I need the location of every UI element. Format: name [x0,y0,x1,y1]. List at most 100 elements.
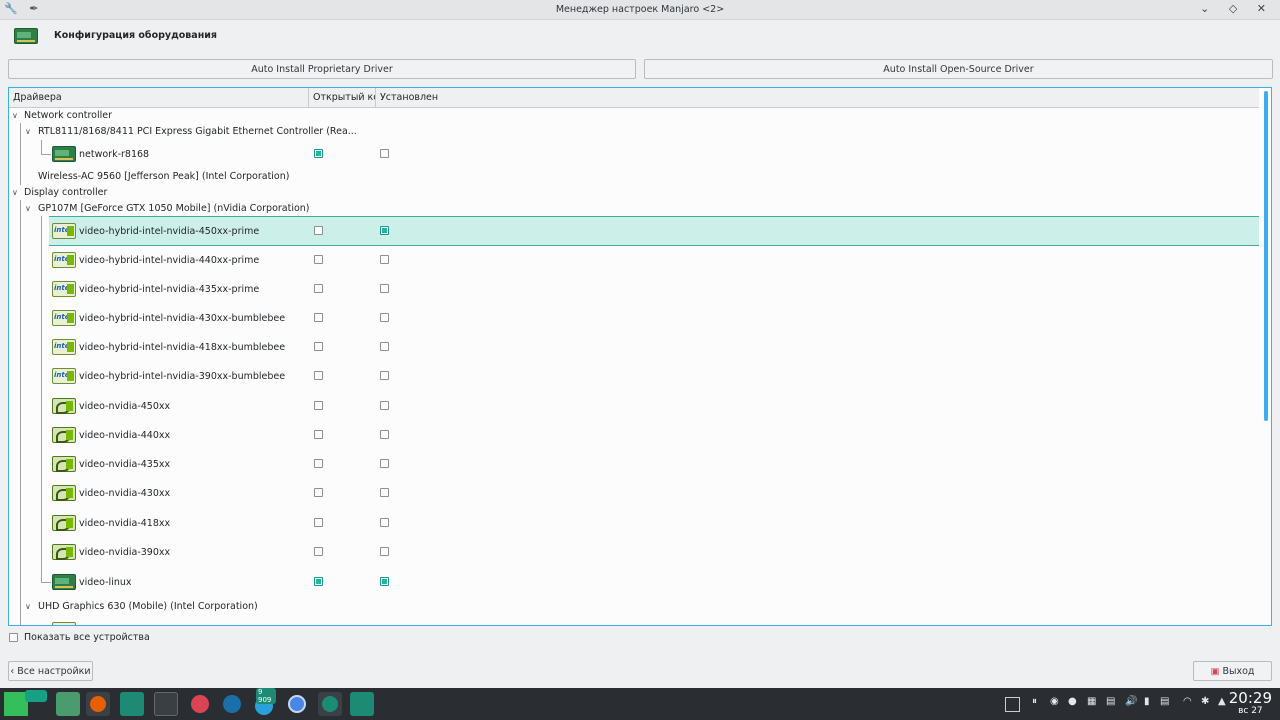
column-installed[interactable]: Установлен [376,88,1259,107]
battery-icon[interactable]: ▮ [1144,696,1150,707]
intel-nvidia-icon [52,368,76,384]
tree-group-row[interactable]: ∨ RTL8111/8168/8411 PCI Express Gigabit … [9,124,1259,139]
installed-checkbox[interactable] [380,547,389,556]
column-drivers[interactable]: Драйвера [9,88,309,107]
steam-icon[interactable] [220,692,244,716]
info-app-icon[interactable] [318,692,342,716]
exit-label: Выход [1222,666,1255,677]
tree-group-row[interactable]: ∨ Network controller [9,108,1259,123]
open-source-checkbox[interactable] [314,401,323,410]
device-label: GP107M [GeForce GTX 1050 Mobile] (nVidia… [38,203,310,214]
tree-group-row[interactable]: ∨ UHD Graphics 630 (Mobile) (Intel Corpo… [9,599,1259,614]
window-controls[interactable]: ⌄ ◇ ✕ [1200,2,1274,15]
installed-checkbox[interactable] [380,342,389,351]
terminal-icon[interactable] [154,692,178,716]
open-source-checkbox[interactable] [314,284,323,293]
installed-checkbox[interactable] [380,226,389,235]
installed-checkbox[interactable] [380,371,389,380]
chevron-down-icon[interactable]: ∨ [25,204,31,213]
steam-tray-icon[interactable]: ● [1068,696,1077,707]
all-settings-label: Все настройки [17,666,91,677]
driver-row-selected[interactable]: video-hybrid-intel-nvidia-450xx-prime [49,216,1259,246]
driver-row[interactable]: network-r8168 [9,142,1259,166]
open-source-checkbox[interactable] [314,430,323,439]
open-source-checkbox[interactable] [314,226,323,235]
bluetooth-icon[interactable]: ✱ [1201,696,1209,707]
settings-manager-icon[interactable] [120,692,144,716]
tree-group-row[interactable]: ∨ Display controller [9,185,1259,200]
installed-checkbox[interactable] [380,577,389,586]
open-source-checkbox[interactable] [314,577,323,586]
drivers-tree[interactable]: Драйвера Открытый код Установлен ∨ Netwo… [8,87,1272,626]
show-desktop-icon[interactable] [1005,697,1020,712]
app-red-icon[interactable] [188,692,212,716]
file-manager-icon[interactable] [56,692,80,716]
installed-checkbox[interactable] [380,255,389,264]
chevron-down-icon[interactable]: ∨ [12,111,18,120]
wifi-icon[interactable]: ◠ [1183,696,1192,707]
open-source-checkbox[interactable] [314,342,323,351]
installed-checkbox[interactable] [380,518,389,527]
intel-nvidia-icon [52,281,76,297]
driver-row[interactable]: video-nvidia-440xx [9,421,1259,450]
open-source-checkbox[interactable] [314,547,323,556]
hardware-config-task-icon[interactable] [350,692,374,716]
chromium-icon[interactable] [285,692,309,716]
chevron-down-icon[interactable]: ∨ [25,127,31,136]
installed-checkbox[interactable] [380,284,389,293]
open-source-checkbox[interactable] [314,313,323,322]
chevron-down-icon[interactable]: ∨ [12,188,18,197]
driver-name: video-hybrid-intel-nvidia-390xx-bumblebe… [79,371,286,382]
driver-row[interactable]: video-nvidia-450xx [9,392,1259,421]
open-source-checkbox[interactable] [314,371,323,380]
chevron-down-icon[interactable]: ∨ [25,602,31,611]
driver-row[interactable]: video-hybrid-intel-nvidia-390xx-bumblebe… [9,362,1259,391]
tray-expand-icon[interactable]: ▲ [1218,696,1226,707]
open-source-checkbox[interactable] [314,149,323,158]
auto-install-open-source-button[interactable]: Auto Install Open-Source Driver [644,59,1273,79]
scrollbar-track[interactable] [1262,91,1270,624]
driver-row[interactable]: video-linux [9,568,1259,597]
firefox-icon[interactable] [86,692,110,716]
driver-row[interactable]: video-nvidia-430xx [9,479,1259,508]
tree-group-row[interactable]: ∨ GP107M [GeForce GTX 1050 Mobile] (nVid… [9,201,1259,216]
open-source-checkbox[interactable] [314,459,323,468]
open-source-checkbox[interactable] [314,488,323,497]
clock-time: 20:29 [1228,689,1272,707]
scrollbar-thumb[interactable] [1264,91,1268,421]
desktop-pager-icon[interactable] [25,690,47,702]
driver-row[interactable]: video-hybrid-intel-nvidia-440xx-prime [9,246,1259,275]
clock[interactable]: 20:29 вс 27 [1229,690,1272,717]
keyboard-layout-flag-icon[interactable]: ▤ [1160,696,1169,707]
driver-row[interactable]: video-hybrid-intel-nvidia-430xx-bumblebe… [9,304,1259,333]
exit-button[interactable]: ▣ Выход [1193,661,1272,681]
player-icon[interactable]: ◉ [1050,696,1059,707]
driver-name: video-linux [79,577,132,588]
show-all-devices-checkbox[interactable] [9,633,18,642]
tree-group-row[interactable]: Wireless-AC 9560 [Jefferson Peak] (Intel… [9,169,1259,184]
open-source-checkbox[interactable] [314,255,323,264]
driver-row[interactable]: video-nvidia-418xx [9,509,1259,538]
driver-row[interactable]: video-hybrid-intel-nvidia-418xx-bumblebe… [9,333,1259,362]
clipboard-icon[interactable]: ▤ [1106,696,1115,707]
telegram-icon[interactable]: 9 909 [252,688,276,716]
all-settings-button[interactable]: ‹ Все настройки [8,661,93,681]
auto-install-proprietary-button[interactable]: Auto Install Proprietary Driver [8,59,636,79]
driver-row[interactable]: video-nvidia-390xx [9,538,1259,567]
installed-checkbox[interactable] [380,459,389,468]
installed-checkbox[interactable] [380,313,389,322]
driver-row-partial[interactable] [9,618,1259,625]
installed-checkbox[interactable] [380,430,389,439]
driver-name: video-nvidia-430xx [79,488,171,499]
group-label: Display controller [24,187,108,198]
open-source-checkbox[interactable] [314,518,323,527]
installed-checkbox[interactable] [380,488,389,497]
driver-row[interactable]: video-hybrid-intel-nvidia-435xx-prime [9,275,1259,304]
pause-icon[interactable]: ⏸ [1032,696,1037,707]
installed-checkbox[interactable] [380,149,389,158]
updates-icon[interactable]: ▦ [1087,696,1096,707]
installed-checkbox[interactable] [380,401,389,410]
volume-icon[interactable]: 🔊 [1125,696,1137,707]
driver-row[interactable]: video-nvidia-435xx [9,450,1259,479]
column-open-source[interactable]: Открытый код [309,88,376,107]
